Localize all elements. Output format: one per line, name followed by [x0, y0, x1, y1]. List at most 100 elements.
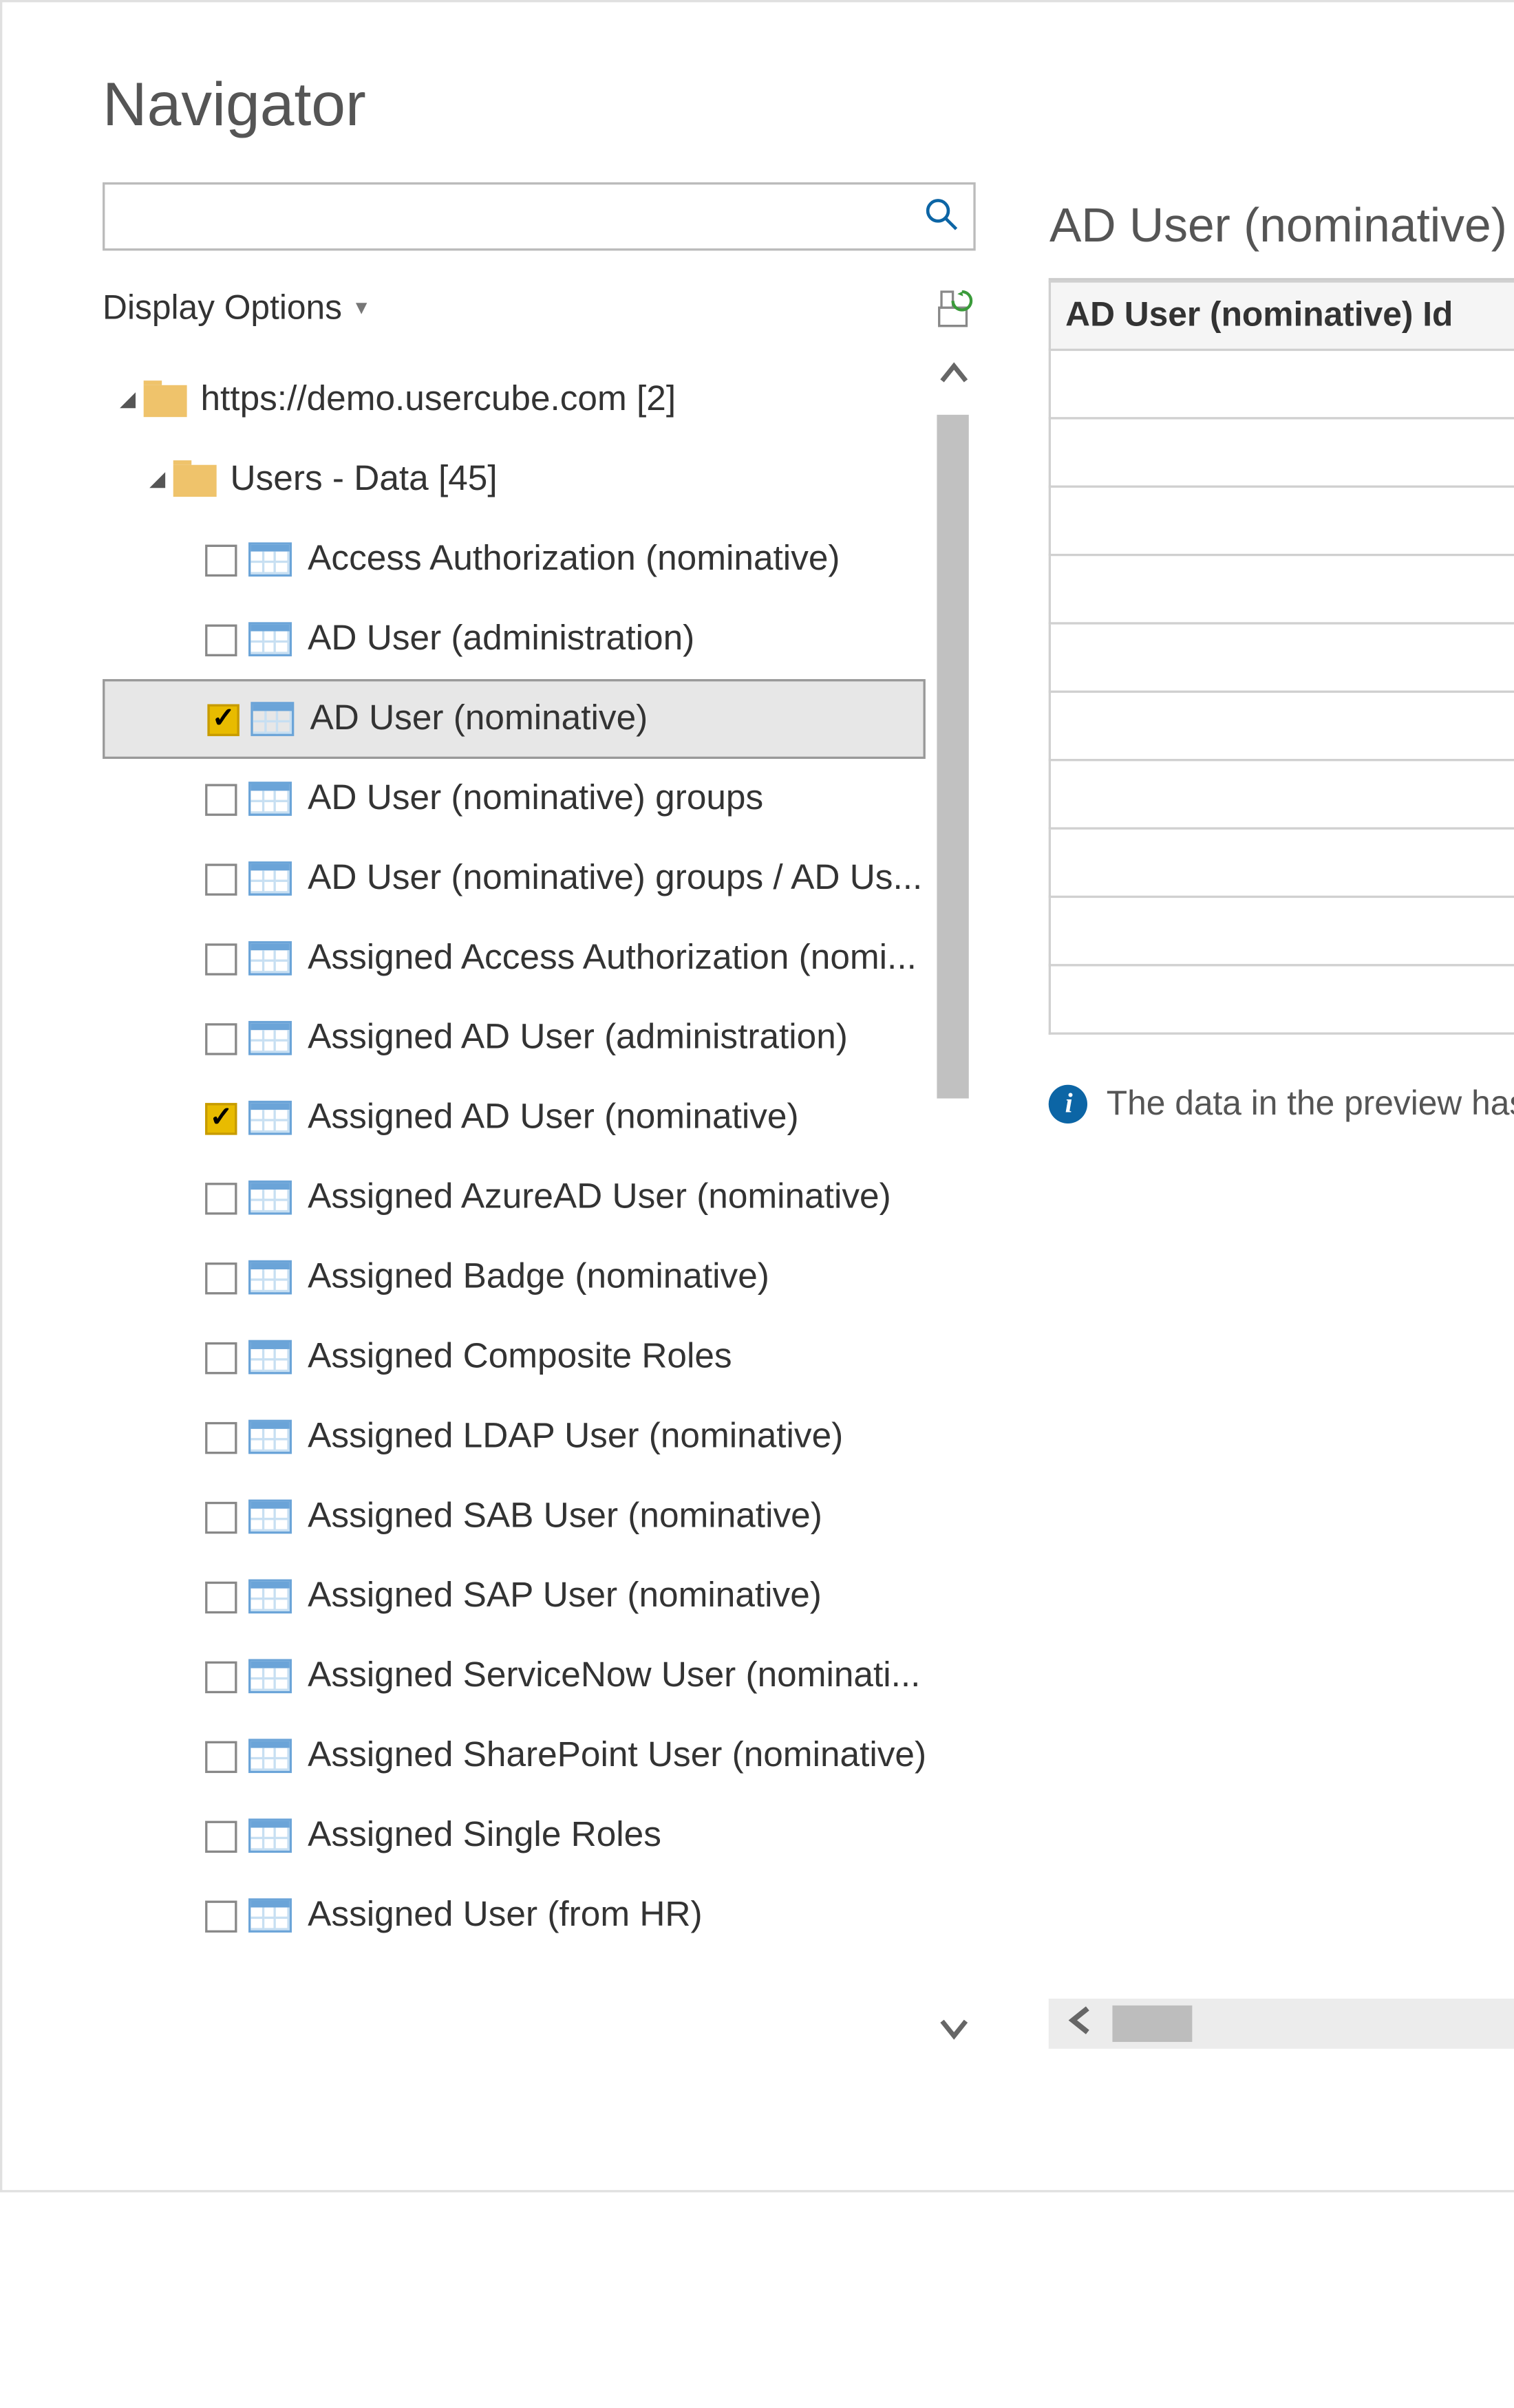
- table-row[interactable]: 10patrick.huet1@acme.com9223372036854775…: [1051, 965, 1514, 1033]
- tree-label: Assigned ServiceNow User (nominati...: [308, 1655, 920, 1697]
- tree-checkbox[interactable]: [205, 1501, 237, 1532]
- tree-row[interactable]: Assigned AD User (nominative): [103, 1078, 926, 1158]
- display-options-row: Display Options ▾: [103, 273, 977, 341]
- scroll-down-icon[interactable]: [931, 2012, 977, 2049]
- tree-checkbox[interactable]: [205, 1660, 237, 1692]
- tree-row[interactable]: AD User (administration): [103, 599, 926, 679]
- table-header-row: AD User (nominative) Id Display Name (AD…: [1051, 281, 1514, 350]
- search-input[interactable]: [103, 182, 977, 250]
- tree-label: https://demo.usercube.com [2]: [200, 380, 676, 421]
- dialog-content: Display Options ▾ ◢ https://demo.usercube…: [2, 182, 1514, 2049]
- info-icon: i: [1049, 1085, 1088, 1124]
- hscroll-thumb[interactable]: [1113, 2006, 1193, 2042]
- tree-row[interactable]: Access Authorization (nominative): [103, 519, 926, 599]
- display-options-label: Display Options: [103, 288, 342, 327]
- tree-checkbox[interactable]: [205, 1580, 237, 1612]
- vertical-scrollbar[interactable]: [931, 360, 977, 2048]
- tree-row[interactable]: Assigned User (from HR): [103, 1875, 926, 1955]
- left-panel: Display Options ▾ ◢ https://demo.usercube…: [2, 182, 977, 2049]
- refresh-icon[interactable]: [935, 287, 977, 328]
- cell-id: 4: [1051, 555, 1514, 623]
- tree-row[interactable]: AD User (nominative): [103, 679, 926, 759]
- tree-row[interactable]: ◢ https://demo.usercube.com [2]: [103, 360, 926, 440]
- tree-checkbox[interactable]: [205, 943, 237, 974]
- tree-checkbox[interactable]: [205, 863, 237, 894]
- scroll-left-icon[interactable]: [1049, 2006, 1113, 2042]
- table-icon: [248, 1818, 292, 1853]
- tree-row[interactable]: Assigned SharePoint User (nominative): [103, 1716, 926, 1796]
- tree-checkbox[interactable]: [205, 1820, 237, 1851]
- tree-checkbox[interactable]: [205, 1102, 237, 1134]
- tree-row[interactable]: Assigned LDAP User (nominative): [103, 1397, 926, 1477]
- table-icon: [248, 1739, 292, 1773]
- horizontal-scrollbar[interactable]: [1049, 1999, 1514, 2049]
- tree-row[interactable]: Assigned SAP User (nominative): [103, 1556, 926, 1636]
- tree-row[interactable]: Assigned ServiceNow User (nominati...: [103, 1636, 926, 1716]
- scrollbar-thumb[interactable]: [938, 415, 970, 1099]
- table-icon: [248, 1898, 292, 1933]
- search-icon[interactable]: [924, 196, 961, 233]
- table-row[interactable]: 2adm.olivier.david@acme.com9223372036854…: [1051, 418, 1514, 486]
- tree-label: Assigned Composite Roles: [308, 1337, 732, 1378]
- tree-checkbox[interactable]: [205, 1261, 237, 1293]
- tree-row[interactable]: Assigned Composite Roles: [103, 1318, 926, 1397]
- tree-row[interactable]: Assigned AzureAD User (nominative): [103, 1158, 926, 1238]
- dialog-buttons: Load Transform Data Cancel: [2, 2049, 1514, 2190]
- tree-row[interactable]: Assigned Badge (nominative): [103, 1238, 926, 1318]
- tree-row[interactable]: AD User (nominative) groups: [103, 759, 926, 839]
- preview-title: AD User (nominative): [1049, 200, 1507, 255]
- tree-label: AD User (nominative) groups / AD Us...: [308, 858, 922, 899]
- tree-checkbox[interactable]: [205, 544, 237, 575]
- table-row[interactable]: 9alain.payet@acme.com9223372036854775807: [1051, 896, 1514, 965]
- tree-label: Assigned Access Authorization (nomi...: [308, 938, 917, 979]
- tree-checkbox[interactable]: [205, 1740, 237, 1772]
- display-options-dropdown[interactable]: Display Options ▾: [103, 288, 367, 327]
- tree-checkbox[interactable]: [205, 1022, 237, 1054]
- table-icon: [248, 1420, 292, 1454]
- tree-checkbox[interactable]: [205, 783, 237, 815]
- expand-icon[interactable]: ◢: [111, 387, 143, 412]
- tree-label: Assigned AD User (administration): [308, 1018, 848, 1059]
- tree-checkbox[interactable]: [205, 1341, 237, 1373]
- table-row[interactable]: 7jean.lemaitre@acme.com13284518400000000…: [1051, 760, 1514, 828]
- scroll-up-icon[interactable]: [931, 360, 977, 396]
- cell-id: 6: [1051, 691, 1514, 760]
- tree-row[interactable]: Assigned Single Roles: [103, 1796, 926, 1875]
- navigator-dialog: Navigator Display Options ▾: [0, 0, 1514, 2193]
- folder-icon: [144, 384, 187, 416]
- tree-checkbox[interactable]: [205, 1900, 237, 1931]
- hscroll-track[interactable]: [1113, 1999, 1514, 2049]
- tree-row[interactable]: Assigned Access Authorization (nomi...: [103, 918, 926, 998]
- col-header-id[interactable]: AD User (nominative) Id: [1051, 281, 1514, 350]
- tree-label: Assigned AD User (nominative): [308, 1097, 798, 1139]
- table-row[interactable]: 8philippe.rey@acme.com922337203685477580…: [1051, 828, 1514, 896]
- tree-label: Assigned LDAP User (nominative): [308, 1417, 843, 1458]
- table-row[interactable]: 1robert.roy@acme.com132834636000000000: [1051, 350, 1514, 418]
- table-row[interactable]: 5julien.morel1@acme.com92233720368547758…: [1051, 623, 1514, 691]
- tree-row[interactable]: ◢Users - Data [45]: [103, 440, 926, 519]
- table-icon: [248, 622, 292, 656]
- table-row[interactable]: 4francoise.lacroix@acme.com9223372036854…: [1051, 555, 1514, 623]
- tree-checkbox[interactable]: [205, 623, 237, 655]
- nav-tree[interactable]: ◢ https://demo.usercube.com [2] ◢Users - D…: [103, 360, 977, 2048]
- tree-checkbox[interactable]: [205, 1421, 237, 1452]
- table-row[interactable]: 6guillaume.garcia@acme.com92233720368547…: [1051, 691, 1514, 760]
- tree-checkbox[interactable]: [205, 1181, 237, 1213]
- table-icon: [248, 1260, 292, 1295]
- expand-icon[interactable]: ◢: [141, 467, 173, 492]
- table-icon: [248, 1181, 292, 1215]
- table-icon: [248, 861, 292, 896]
- tree-row[interactable]: AD User (nominative) groups / AD Us...: [103, 839, 926, 918]
- table-icon: [248, 782, 292, 816]
- table-row[interactable]: 3veronique.paul@acme.com9223372036854775…: [1051, 486, 1514, 555]
- cell-id: 10: [1051, 965, 1514, 1033]
- tree-label: AD User (administration): [308, 619, 694, 660]
- tree-row[interactable]: Assigned SAB User (nominative): [103, 1476, 926, 1556]
- cell-id: 5: [1051, 623, 1514, 691]
- tree-label: Assigned SharePoint User (nominative): [308, 1735, 926, 1776]
- cell-id: 9: [1051, 896, 1514, 965]
- preview-table-wrap: AD User (nominative) Id Display Name (AD…: [1049, 278, 1514, 1035]
- tree-checkbox[interactable]: [207, 703, 239, 735]
- tree-label: Assigned Single Roles: [308, 1815, 661, 1856]
- tree-row[interactable]: Assigned AD User (administration): [103, 998, 926, 1078]
